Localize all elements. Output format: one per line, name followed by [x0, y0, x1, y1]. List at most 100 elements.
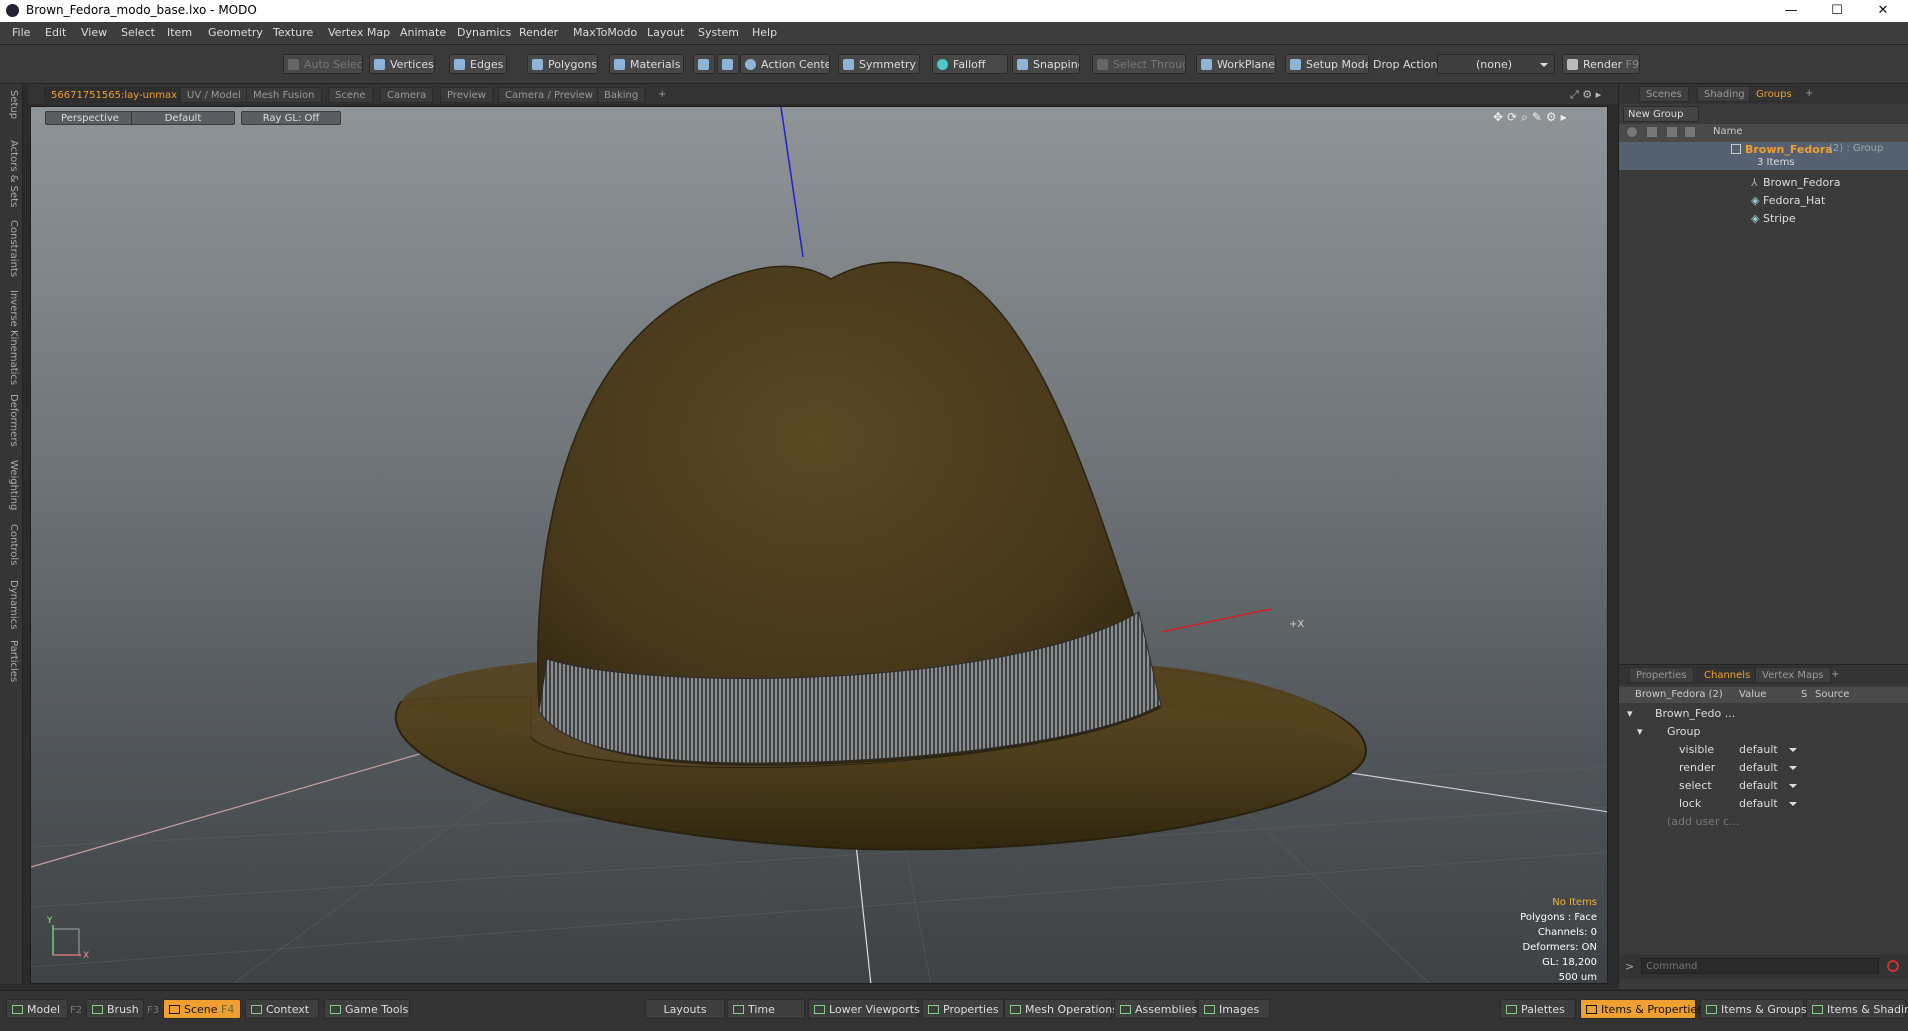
group-row-brown-fedora[interactable]: Brown_Fedora (2) : Group 3 Items	[1619, 142, 1908, 170]
channel-value-select[interactable]: default	[1739, 741, 1797, 759]
tab-baking[interactable]: Baking	[597, 87, 646, 103]
viewport-options-icon[interactable]: ⤢ ⚙ ▸	[1570, 88, 1601, 102]
menu-file[interactable]: File	[12, 26, 30, 39]
select-mode-a-button[interactable]	[693, 54, 715, 74]
tab-constraints[interactable]: Constraints	[3, 220, 19, 277]
list-item[interactable]: ◈ Stripe	[1619, 210, 1908, 228]
tab-mesh-fusion[interactable]: Mesh Fusion	[246, 87, 322, 103]
items-groups-button[interactable]: Items & Groups	[1700, 999, 1807, 1019]
menu-help[interactable]: Help	[752, 26, 777, 39]
channel-root-row[interactable]: ▾ Brown_Fedo ...	[1619, 705, 1908, 723]
layout-icon	[92, 1005, 103, 1014]
auto-select-button[interactable]: Auto Select	[283, 54, 363, 74]
materials-button[interactable]: Materials	[609, 54, 684, 74]
menu-animate[interactable]: Animate	[400, 26, 446, 39]
channel-value-select[interactable]: default	[1739, 777, 1797, 795]
tab-properties[interactable]: Properties	[1629, 667, 1694, 683]
tab-channels[interactable]: Channels	[1697, 667, 1758, 683]
tab-weighting[interactable]: Weighting	[3, 460, 19, 510]
eye-icon	[1627, 127, 1637, 137]
channel-group-row[interactable]: ▾ Group	[1619, 723, 1908, 741]
scene-canvas: +X Y X	[31, 107, 1607, 983]
drop-action-select[interactable]: (none)	[1437, 54, 1555, 74]
tab-actors-sets[interactable]: Actors & Sets	[3, 140, 19, 207]
list-item[interactable]: ⅄ Brown_Fedora	[1619, 174, 1908, 192]
tab-dynamics[interactable]: Dynamics	[3, 580, 19, 629]
menu-maxtomodo[interactable]: MaxToModo	[573, 26, 637, 39]
scene-layout-button[interactable]: Scene F4	[163, 999, 241, 1019]
minimize-button[interactable]: —	[1768, 0, 1814, 22]
menu-vertex-map[interactable]: Vertex Map	[328, 26, 390, 39]
mesh-operations-button[interactable]: Mesh Operations	[1004, 999, 1118, 1019]
command-input[interactable]	[1641, 958, 1879, 974]
maximize-button[interactable]: ☐	[1814, 0, 1860, 22]
palettes-button[interactable]: Palettes	[1500, 999, 1576, 1019]
action-center-button[interactable]: Action Center	[740, 54, 830, 74]
tab-layout-unmax[interactable]: 56671751565:lay-unmax	[44, 87, 185, 103]
tab-uv-model[interactable]: UV / Model	[180, 87, 248, 103]
setup-mode-button[interactable]: Setup Mode	[1285, 54, 1369, 74]
channel-render-row[interactable]: render default	[1619, 759, 1908, 777]
new-group-button[interactable]: New Group	[1623, 106, 1699, 122]
channel-visible-row[interactable]: visible default	[1619, 741, 1908, 759]
tab-vertex-maps[interactable]: Vertex Maps	[1755, 667, 1831, 683]
menu-edit[interactable]: Edit	[45, 26, 66, 39]
images-button[interactable]: Images	[1198, 999, 1270, 1019]
lower-viewports-button[interactable]: Lower Viewports	[808, 999, 920, 1019]
tab-particles[interactable]: Particles	[3, 640, 19, 682]
workplane-button[interactable]: WorkPlane	[1196, 54, 1276, 74]
falloff-button[interactable]: Falloff	[932, 54, 1008, 74]
assemblies-button[interactable]: Assemblies	[1114, 999, 1197, 1019]
tab-controls[interactable]: Controls	[3, 524, 19, 565]
menu-item[interactable]: Item	[167, 26, 192, 39]
tab-shading[interactable]: Shading	[1697, 86, 1752, 102]
items-shading-button[interactable]: Items & Shading	[1806, 999, 1908, 1019]
record-icon[interactable]	[1887, 960, 1899, 972]
menu-system[interactable]: System	[698, 26, 739, 39]
tab-scenes[interactable]: Scenes	[1639, 86, 1689, 102]
list-item[interactable]: ◈ Fedora_Hat	[1619, 192, 1908, 210]
close-button[interactable]: ✕	[1860, 0, 1906, 22]
menu-geometry[interactable]: Geometry	[208, 26, 263, 39]
tab-inverse-kinematics[interactable]: Inverse Kinematics	[3, 290, 19, 385]
time-button[interactable]: Time	[727, 999, 805, 1019]
tab-camera[interactable]: Camera	[380, 87, 434, 103]
channel-value-select[interactable]: default	[1739, 759, 1797, 777]
symmetry-button[interactable]: Symmetry	[838, 54, 920, 74]
render-button[interactable]: Render F9	[1562, 54, 1640, 74]
channel-lock-row[interactable]: lock default	[1619, 795, 1908, 813]
tab-scene[interactable]: Scene	[328, 87, 373, 103]
menu-select[interactable]: Select	[121, 26, 155, 39]
menu-layout[interactable]: Layout	[647, 26, 684, 39]
game-tools-button[interactable]: Game Tools	[324, 999, 410, 1019]
add-panel-tab-button[interactable]: +	[1799, 86, 1819, 102]
tab-preview[interactable]: Preview	[440, 87, 493, 103]
snapping-button[interactable]: Snapping	[1012, 54, 1080, 74]
add-tab-button[interactable]: +	[652, 87, 672, 103]
channel-select-row[interactable]: select default	[1619, 777, 1908, 795]
menu-view[interactable]: View	[81, 26, 107, 39]
polygons-button[interactable]: Polygons	[527, 54, 598, 74]
add-user-channel-row[interactable]: (add user c...	[1619, 813, 1908, 831]
model-layout-button[interactable]: Model	[6, 999, 68, 1019]
chevron-down-icon	[1789, 802, 1797, 806]
edges-button[interactable]: Edges	[449, 54, 507, 74]
menu-render[interactable]: Render	[519, 26, 558, 39]
channel-value-select[interactable]: default	[1739, 795, 1797, 813]
tab-deformers[interactable]: Deformers	[3, 394, 19, 447]
tab-camera-preview[interactable]: Camera / Preview	[498, 87, 600, 103]
tab-groups[interactable]: Groups	[1749, 86, 1799, 102]
menu-texture[interactable]: Texture	[273, 26, 313, 39]
context-layout-button[interactable]: Context	[245, 999, 319, 1019]
brush-layout-button[interactable]: Brush	[86, 999, 144, 1019]
select-mode-b-button[interactable]	[717, 54, 739, 74]
items-properties-button[interactable]: Items & Properties	[1580, 999, 1703, 1019]
3d-viewport[interactable]: Perspective Default Ray GL: Off ✥⟳⌕✎⚙▸ +…	[30, 106, 1608, 984]
vertices-button[interactable]: Vertices	[369, 54, 435, 74]
menu-dynamics[interactable]: Dynamics	[457, 26, 511, 39]
tab-setup[interactable]: Setup	[3, 90, 19, 119]
layouts-button[interactable]: Layouts	[645, 999, 725, 1019]
add-panel-tab-button[interactable]: +	[1825, 667, 1845, 683]
select-through-button[interactable]: Select Through	[1092, 54, 1186, 74]
properties-button[interactable]: Properties	[922, 999, 1004, 1019]
